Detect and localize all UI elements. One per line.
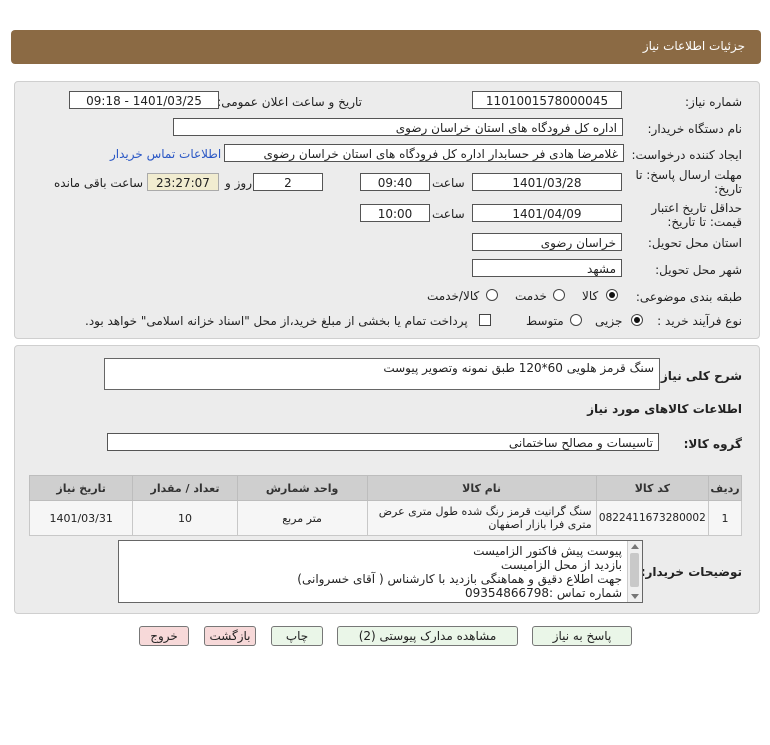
table-row[interactable]: 1 0822411673280002 سنگ گرانیت قرمز رنگ ش…	[28, 500, 742, 536]
category-radio-goods[interactable]	[606, 289, 618, 301]
note-line: پیوست پیش فاکتور الزامیست	[473, 544, 622, 558]
category-option-goods: کالا	[582, 289, 599, 303]
buyer-notes-scrollbar[interactable]	[627, 541, 642, 602]
category-label: طبقه بندی موضوعی:	[635, 290, 742, 304]
cell-date: 1401/03/31	[28, 500, 134, 536]
goods-group-label: گروه کالا:	[683, 437, 742, 451]
buyer-org-field[interactable]: اداره کل فرودگاه های استان خراسان رضوی	[173, 118, 623, 136]
province-field[interactable]: خراسان رضوی	[472, 233, 622, 251]
goods-table-header: ردیف کد کالا نام کالا واحد شمارش تعداد /…	[28, 475, 742, 501]
cell-qty: 10	[132, 500, 238, 536]
creator-field[interactable]: غلامرضا هادی فر حسابدار اداره کل فرودگاه…	[224, 144, 624, 162]
validity-label-line1: حداقل تاریخ اعتبار	[651, 201, 742, 215]
deadline-hour-label: ساعت	[432, 176, 465, 190]
cell-name: سنگ گرانیت قرمز رنگ شده طول متری عرض متر…	[366, 500, 597, 536]
city-field[interactable]: مشهد	[472, 259, 622, 277]
back-button[interactable]: بازگشت	[204, 626, 256, 646]
cell-row: 1	[708, 500, 742, 536]
treasury-payment-note: پرداخت تمام یا بخشی از مبلغ خرید،از محل …	[85, 314, 468, 328]
announce-label: تاریخ و ساعت اعلان عمومی:	[217, 95, 362, 109]
col-unit-header: واحد شمارش	[236, 475, 368, 501]
treasury-payment-checkbox[interactable]	[479, 314, 491, 326]
note-line: شماره تماس :09354866798	[465, 586, 622, 600]
announce-field[interactable]: 1401/03/25 - 09:18	[69, 91, 219, 109]
category-radio-service[interactable]	[553, 289, 565, 301]
note-line: جهت اطلاع دقیق و هماهنگی بازدید با کارشن…	[297, 572, 622, 586]
category-radio-goods-service[interactable]	[486, 289, 498, 301]
category-option-service: خدمت	[515, 289, 547, 303]
remaining-label: ساعت باقی مانده	[54, 176, 144, 190]
city-label: شهر محل تحویل:	[655, 263, 742, 277]
scroll-down-icon[interactable]	[631, 594, 639, 599]
deadline-time-field[interactable]: 09:40	[360, 173, 430, 191]
view-attachments-button[interactable]: مشاهده مدارک پیوستی (2)	[337, 626, 518, 646]
days-field[interactable]: 2	[253, 173, 323, 191]
need-description-label: شرح کلی نیاز:	[656, 369, 742, 383]
buyer-notes-textarea[interactable]: پیوست پیش فاکتور الزامیست بازدید از محل …	[118, 540, 643, 603]
need-number-label: شماره نیاز:	[685, 95, 742, 109]
remaining-time-field: 23:27:07	[147, 173, 219, 191]
scroll-up-icon[interactable]	[631, 544, 639, 549]
need-number-field[interactable]: 1101001578000045	[472, 91, 622, 109]
validity-hour-label: ساعت	[432, 207, 465, 221]
validity-date-field[interactable]: 1401/04/09	[472, 204, 622, 222]
deadline-label-line2: تاریخ:	[714, 182, 742, 196]
process-radio-medium[interactable]	[570, 314, 582, 326]
col-qty-header: تعداد / مقدار	[132, 475, 238, 501]
page-title: جزئیات اطلاعات نیاز	[642, 39, 745, 53]
reply-button[interactable]: پاسخ به نیاز	[532, 626, 632, 646]
col-date-header: تاریخ نیاز	[28, 475, 134, 501]
buyer-org-label: نام دستگاه خریدار:	[647, 122, 743, 136]
creator-label: ایجاد کننده درخواست:	[631, 148, 742, 162]
note-line: بازدید از محل الزامیست	[500, 558, 622, 572]
exit-button[interactable]: خروج	[139, 626, 189, 646]
col-row-header: ردیف	[708, 475, 742, 501]
validity-time-field[interactable]: 10:00	[360, 204, 430, 222]
process-option-medium: متوسط	[526, 314, 564, 328]
cell-unit: متر مربع	[236, 500, 368, 536]
validity-label-line2: قیمت: تا تاریخ:	[667, 215, 742, 229]
buyer-contact-link[interactable]: اطلاعات تماس خریدار	[110, 147, 221, 161]
scroll-thumb[interactable]	[630, 553, 639, 587]
process-radio-minor[interactable]	[631, 314, 643, 326]
col-name-header: نام کالا	[366, 475, 597, 501]
deadline-date-field[interactable]: 1401/03/28	[472, 173, 622, 191]
province-label: استان محل تحویل:	[647, 236, 742, 250]
print-button[interactable]: چاپ	[271, 626, 323, 646]
goods-group-field[interactable]: تاسیسات و مصالح ساختمانی	[107, 433, 659, 451]
process-option-minor: جزیی	[595, 314, 623, 328]
page-header: جزئیات اطلاعات نیاز	[11, 30, 761, 64]
process-label: نوع فرآیند خرید :	[657, 314, 742, 328]
days-and-label: روز و	[225, 176, 252, 190]
cell-code: 0822411673280002	[595, 500, 710, 536]
category-option-goods-service: کالا/خدمت	[427, 289, 480, 303]
col-code-header: کد کالا	[595, 475, 710, 501]
goods-info-title: اطلاعات کالاهای مورد نیاز	[587, 402, 742, 416]
deadline-label-line1: مهلت ارسال پاسخ: تا	[635, 168, 742, 182]
goods-table: ردیف کد کالا نام کالا واحد شمارش تعداد /…	[28, 475, 742, 536]
need-description-field[interactable]: سنگ قرمز هلویی 60*120 طبق نمونه وتصویر پ…	[104, 358, 660, 390]
buyer-notes-label: توضیحات خریدار:	[640, 565, 742, 579]
